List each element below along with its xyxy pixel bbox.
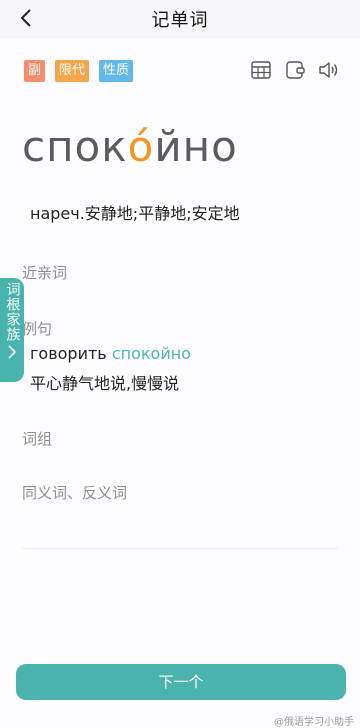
next-button[interactable]: 下一个 <box>16 664 346 700</box>
example-chinese: 平心静气地说,慢慢说 <box>30 374 180 393</box>
section-synonyms-antonyms: 同义词、反义词 <box>22 484 128 502</box>
watermark: @俄语学习小助手 <box>274 717 354 728</box>
word-part-before: спок <box>22 122 128 171</box>
speaker-icon[interactable] <box>318 59 340 81</box>
word-part-after: йно <box>154 122 238 171</box>
tag-limit: 限代 <box>55 60 90 82</box>
word-meaning: нареч.安静地;平静地;安定地 <box>30 204 240 223</box>
divider <box>22 548 338 549</box>
section-near-synonyms: 近亲词 <box>22 264 68 282</box>
tag-part-of-speech: 副 <box>24 60 46 82</box>
example-russian-highlight: спокойно <box>111 344 191 363</box>
example-russian: говорить спокойно <box>30 344 191 363</box>
russian-word: споко́йно <box>22 122 238 171</box>
word-card: 副 限代 性质 споко́йно нареч.安静地;平静地;安定地 近亲词 … <box>0 38 360 728</box>
tool-icons <box>250 59 340 81</box>
chevron-right-icon <box>7 344 17 363</box>
word-stress-letter: о́ <box>127 122 155 171</box>
notebook-icon[interactable] <box>284 59 306 81</box>
root-family-label: 词根家族 <box>4 282 21 342</box>
table-icon[interactable] <box>250 59 272 81</box>
header-bar: 记单词 <box>0 0 360 36</box>
section-phrases: 词组 <box>22 430 53 448</box>
root-family-tab[interactable]: 词根家族 <box>0 278 24 382</box>
tag-nature: 性质 <box>99 60 134 82</box>
tag-list: 副 限代 性质 <box>24 60 134 82</box>
section-examples: 例句 <box>22 320 53 338</box>
example-russian-prefix: говорить <box>30 344 112 363</box>
page-title: 记单词 <box>151 10 209 31</box>
